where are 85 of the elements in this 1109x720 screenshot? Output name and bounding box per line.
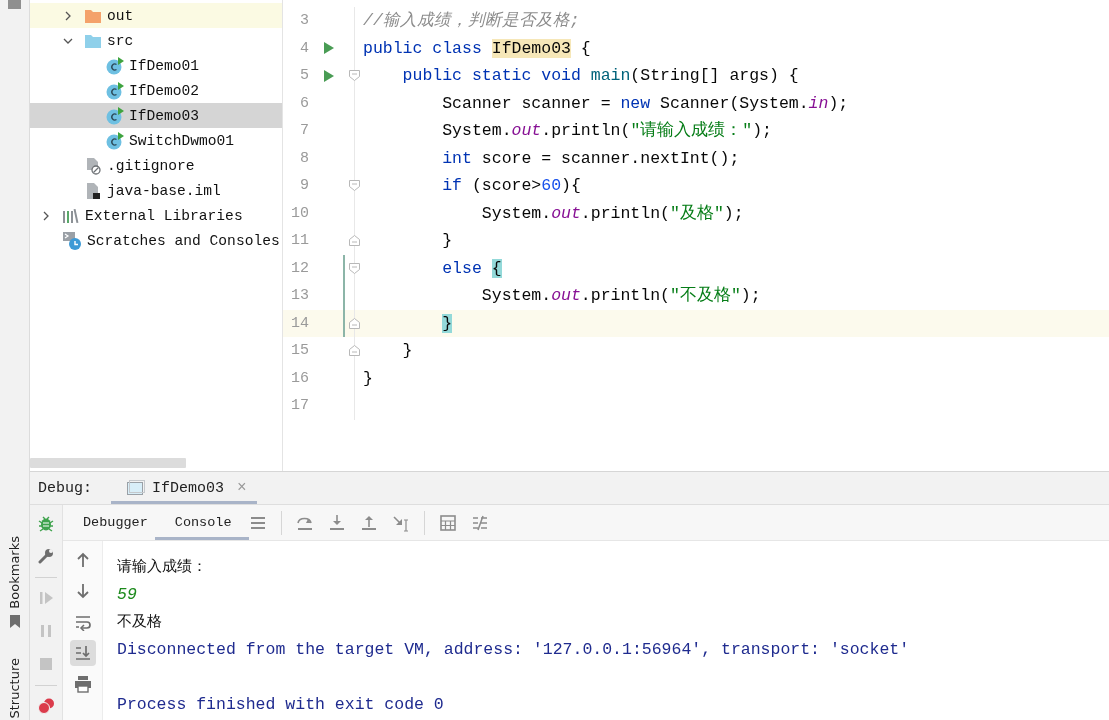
line-number: 6 bbox=[299, 94, 309, 112]
console-line: 请输入成绩： bbox=[117, 557, 207, 575]
chevron-icon[interactable] bbox=[63, 10, 73, 21]
code-line: } bbox=[362, 367, 374, 390]
code-line: System.out.println("不及格"); bbox=[480, 285, 762, 307]
fold-icon[interactable] bbox=[349, 345, 360, 356]
class-icon bbox=[106, 131, 124, 150]
console-line: Disconnected from the target VM, address: '127.0.0.1:56964', transport: 'socket' bbox=[117, 639, 910, 659]
run-icon[interactable] bbox=[323, 41, 335, 56]
line-number: 13 bbox=[290, 287, 309, 305]
file-icon bbox=[84, 181, 102, 200]
code-line: public class IfDemo03 { bbox=[362, 37, 592, 60]
code-line: public static void main(String[] args) { bbox=[401, 65, 800, 87]
tool-window-tab[interactable]: Structure bbox=[7, 657, 22, 718]
fold-icon[interactable] bbox=[349, 262, 360, 274]
line-number: 12 bbox=[290, 259, 309, 277]
line-number: 11 bbox=[290, 232, 309, 250]
class-icon bbox=[106, 56, 124, 75]
library-icon bbox=[62, 207, 80, 224]
run-icon[interactable] bbox=[323, 68, 335, 83]
tree-item[interactable]: IfDemo01 bbox=[30, 53, 282, 78]
code-line: } bbox=[441, 230, 454, 252]
tree-item[interactable]: .gitignore bbox=[30, 153, 282, 178]
fold-icon[interactable] bbox=[349, 317, 360, 329]
soft-wrap-icon bbox=[73, 613, 92, 631]
scroll-to-end-button[interactable] bbox=[69, 640, 96, 666]
console-line: 59 bbox=[117, 584, 137, 604]
panel-title: Debug: bbox=[38, 479, 92, 497]
line-number: 5 bbox=[299, 67, 309, 85]
window-icon bbox=[127, 480, 145, 496]
tree-item[interactable]: out bbox=[30, 3, 282, 28]
step-into-icon[interactable] bbox=[327, 513, 346, 532]
line-number: 15 bbox=[290, 342, 309, 360]
tree-item[interactable]: Scratches and Consoles bbox=[30, 228, 282, 253]
folder-icon bbox=[84, 32, 102, 49]
run-to-cursor-icon[interactable] bbox=[391, 513, 410, 532]
tree-item[interactable]: External Libraries bbox=[30, 203, 282, 228]
console-clock-icon bbox=[62, 230, 82, 251]
console-line: 不及格 bbox=[117, 612, 162, 630]
tab[interactable]: Console bbox=[154, 505, 249, 540]
bookmark-icon bbox=[8, 614, 21, 628]
folder-icon bbox=[84, 7, 102, 24]
change-marker[interactable] bbox=[343, 282, 345, 310]
bug-icon[interactable] bbox=[38, 515, 54, 532]
file-icon bbox=[84, 156, 102, 175]
line-number: 16 bbox=[290, 369, 309, 387]
code-line: else { bbox=[441, 257, 503, 280]
breakpoints-icon[interactable] bbox=[38, 698, 54, 715]
fold-icon[interactable] bbox=[349, 180, 360, 191]
tree-item[interactable]: src bbox=[30, 28, 282, 53]
line-number: 17 bbox=[290, 397, 309, 415]
change-marker[interactable] bbox=[343, 309, 345, 337]
tree-item[interactable]: IfDemo02 bbox=[30, 78, 282, 103]
class-icon bbox=[106, 81, 124, 100]
fold-icon[interactable] bbox=[349, 70, 360, 81]
tree-item[interactable]: SwitchDwmo01 bbox=[30, 128, 282, 153]
code-line: Scanner scanner = new Scanner(System.in); bbox=[441, 92, 850, 115]
calculator-icon[interactable] bbox=[438, 513, 457, 532]
chevron-icon[interactable] bbox=[41, 210, 51, 221]
scrollbar[interactable] bbox=[30, 458, 186, 468]
tree-item[interactable]: IfDemo03 bbox=[30, 103, 282, 128]
line-number: 3 bbox=[299, 12, 309, 30]
trace-icon[interactable] bbox=[470, 513, 489, 532]
code-line: System.out.println("及格"); bbox=[480, 202, 745, 225]
code-line: } bbox=[401, 340, 414, 362]
line-number: 9 bbox=[299, 177, 309, 195]
line-number: 7 bbox=[299, 122, 309, 140]
line-number: 4 bbox=[299, 39, 309, 57]
change-marker[interactable] bbox=[343, 254, 345, 282]
tool-window-tab[interactable]: Bookmarks bbox=[7, 535, 22, 609]
code-line: //输入成绩，判断是否及格; bbox=[362, 10, 581, 32]
line-number: 8 bbox=[299, 149, 309, 167]
line-number: 14 bbox=[290, 314, 309, 332]
code-line: System.out.println("请输入成绩："); bbox=[441, 120, 773, 142]
step-out-icon[interactable] bbox=[359, 513, 378, 532]
tree-item[interactable]: java-base.iml bbox=[30, 178, 282, 203]
wrench-icon[interactable] bbox=[38, 548, 54, 565]
code-line: if (score>60){ bbox=[441, 175, 582, 197]
printer-icon bbox=[73, 675, 92, 693]
scroll-to-end-icon bbox=[73, 644, 92, 662]
fold-icon[interactable] bbox=[349, 235, 360, 246]
code-line: int score = scanner.nextInt(); bbox=[441, 147, 741, 170]
console-line: Process finished with exit code 0 bbox=[117, 694, 444, 714]
line-number: 10 bbox=[290, 204, 309, 222]
class-icon bbox=[106, 106, 124, 125]
